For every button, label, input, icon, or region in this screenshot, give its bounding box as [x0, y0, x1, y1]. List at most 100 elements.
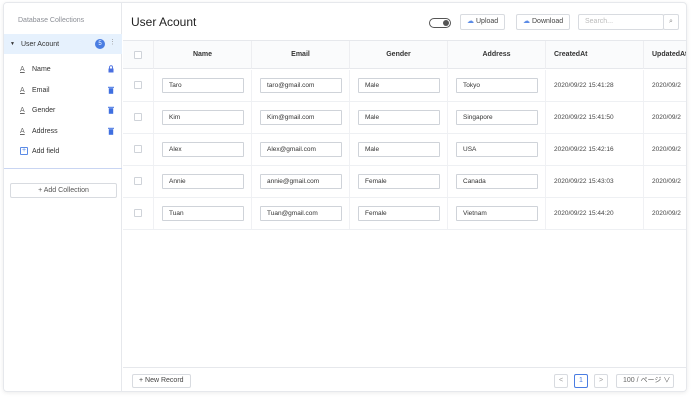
row-checkbox[interactable] [134, 177, 142, 185]
add-collection-button[interactable]: + Add Collection [10, 183, 117, 198]
gender-input[interactable]: Female [358, 174, 440, 189]
name-input[interactable]: Alex [162, 142, 244, 157]
collection-name: User Acount [20, 40, 60, 48]
download-button[interactable]: ☁ Download [516, 14, 571, 30]
table-row: Kim Kim@gmail.com Male Singapore 2020/09… [123, 102, 686, 134]
gender-input[interactable]: Male [358, 142, 440, 157]
select-cell [123, 198, 154, 229]
email-input[interactable]: Kim@gmail.com [260, 110, 342, 125]
name-input[interactable]: Taro [162, 78, 244, 93]
email-input[interactable]: Tuan@gmail.com [260, 206, 342, 221]
column-header-createdat[interactable]: CreatedAt [546, 41, 644, 69]
gender-cell: Female [350, 198, 448, 229]
caret-down-icon[interactable]: ▼ [10, 41, 15, 47]
address-cell: Canada [448, 166, 546, 197]
view-toggle[interactable] [429, 18, 451, 28]
address-input[interactable]: Vietnam [456, 206, 538, 221]
new-record-button[interactable]: + New Record [132, 374, 191, 388]
upload-label: Upload [476, 18, 499, 25]
column-header-address[interactable]: Address [448, 41, 546, 69]
text-field-icon: A [20, 86, 25, 94]
address-input[interactable]: Tokyo [456, 78, 538, 93]
createdat-cell: 2020/09/22 15:44:20 [546, 198, 644, 229]
address-cell: Tokyo [448, 70, 546, 101]
next-page-button[interactable]: > [594, 374, 608, 388]
select-cell [123, 70, 154, 101]
more-options-icon[interactable]: ⋮ [109, 38, 116, 46]
email-cell: annie@gmail.com [252, 166, 350, 197]
table-row: Alex Alex@gmail.com Male USA 2020/09/22 … [123, 134, 686, 166]
text-field-icon: A [20, 65, 25, 73]
column-header-name[interactable]: Name [154, 41, 252, 69]
search-icon[interactable]: ⌕ [663, 14, 679, 30]
collection-item-user-acount[interactable]: ▼ User Acount 5 ⋮ [4, 34, 122, 54]
gender-input[interactable]: Male [358, 78, 440, 93]
main-panel: User Acount ☁ Upload ☁ Download Search... … [123, 3, 686, 391]
email-input[interactable]: Alex@gmail.com [260, 142, 342, 157]
createdat-value: 2020/09/22 15:44:20 [554, 210, 614, 217]
field-label: Email [32, 86, 50, 94]
app-window: Database Collections ▼ User Acount 5 ⋮ A… [3, 2, 687, 392]
gender-cell: Male [350, 102, 448, 133]
column-header-updatedat[interactable]: UpdatedAt [644, 41, 686, 69]
field-item-email[interactable]: A Email [4, 83, 122, 97]
createdat-cell: 2020/09/22 15:41:50 [546, 102, 644, 133]
page-size-select[interactable]: 100 / ページ ∨ [616, 374, 674, 388]
name-input[interactable]: Annie [162, 174, 244, 189]
row-checkbox[interactable] [134, 81, 142, 89]
updatedat-cell: 2020/09/2 [644, 102, 686, 133]
row-checkbox[interactable] [134, 209, 142, 217]
text-field-icon: A [20, 127, 25, 135]
upload-button[interactable]: ☁ Upload [460, 14, 506, 30]
cloud-download-icon: ☁ [523, 18, 530, 25]
field-item-address[interactable]: A Address [4, 124, 122, 138]
updatedat-cell: 2020/09/2 [644, 166, 686, 197]
page-1-button[interactable]: 1 [574, 374, 588, 388]
name-cell: Taro [154, 70, 252, 101]
select-all-checkbox[interactable] [134, 51, 142, 59]
name-cell: Kim [154, 102, 252, 133]
trash-icon[interactable] [108, 127, 114, 135]
table-footer: + New Record < 1 > 100 / ページ ∨ [123, 367, 686, 391]
trash-icon[interactable] [108, 86, 114, 94]
add-field-button[interactable]: + Add field [4, 144, 122, 158]
email-input[interactable]: taro@gmail.com [260, 78, 342, 93]
address-cell: Singapore [448, 102, 546, 133]
createdat-value: 2020/09/22 15:41:50 [554, 114, 614, 121]
lock-icon[interactable] [108, 65, 114, 73]
select-cell [123, 134, 154, 165]
text-field-icon: A [20, 106, 25, 114]
select-cell [123, 166, 154, 197]
updatedat-value: 2020/09/2 [652, 178, 681, 185]
search-input[interactable]: Search... [578, 14, 664, 30]
createdat-value: 2020/09/22 15:41:28 [554, 82, 614, 89]
row-checkbox[interactable] [134, 113, 142, 121]
trash-icon[interactable] [108, 106, 114, 114]
name-input[interactable]: Kim [162, 110, 244, 125]
gender-cell: Male [350, 70, 448, 101]
gender-input[interactable]: Male [358, 110, 440, 125]
field-item-name[interactable]: A Name [4, 62, 122, 76]
prev-page-button[interactable]: < [554, 374, 568, 388]
column-header-gender[interactable]: Gender [350, 41, 448, 69]
address-input[interactable]: Singapore [456, 110, 538, 125]
field-label: Name [32, 65, 51, 73]
field-label: Gender [32, 106, 56, 114]
name-cell: Annie [154, 166, 252, 197]
header-select-cell [123, 41, 154, 69]
name-input[interactable]: Tuan [162, 206, 244, 221]
table-row: Taro taro@gmail.com Male Tokyo 2020/09/2… [123, 70, 686, 102]
gender-input[interactable]: Female [358, 206, 440, 221]
address-cell: USA [448, 134, 546, 165]
updatedat-cell: 2020/09/2 [644, 70, 686, 101]
createdat-value: 2020/09/22 15:43:03 [554, 178, 614, 185]
email-cell: taro@gmail.com [252, 70, 350, 101]
column-header-email[interactable]: Email [252, 41, 350, 69]
email-input[interactable]: annie@gmail.com [260, 174, 342, 189]
row-checkbox[interactable] [134, 145, 142, 153]
address-input[interactable]: Canada [456, 174, 538, 189]
sidebar-title: Database Collections [18, 17, 85, 24]
address-input[interactable]: USA [456, 142, 538, 157]
field-item-gender[interactable]: A Gender [4, 103, 122, 117]
gender-cell: Female [350, 166, 448, 197]
